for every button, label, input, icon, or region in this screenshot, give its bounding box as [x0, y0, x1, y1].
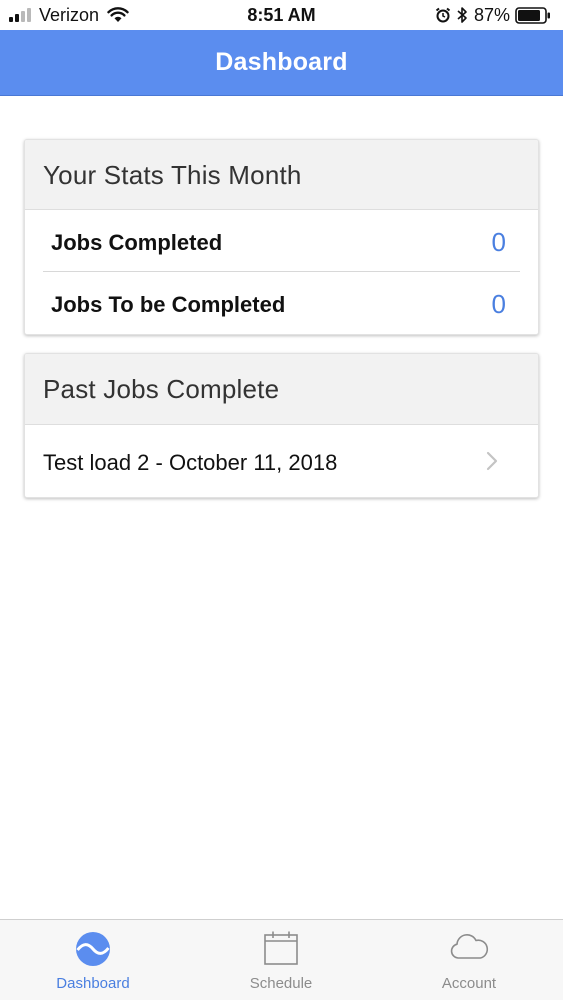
stat-row-jobs-to-be-completed: Jobs To be Completed 0 — [43, 272, 520, 334]
tab-account[interactable]: Account — [399, 920, 539, 1000]
stat-row-jobs-completed: Jobs Completed 0 — [43, 210, 520, 272]
chevron-right-icon — [486, 451, 498, 471]
past-jobs-card-title: Past Jobs Complete — [43, 374, 280, 404]
stat-value: 0 — [491, 227, 506, 257]
stats-card-title: Your Stats This Month — [43, 160, 302, 190]
tab-label: Account — [441, 975, 497, 992]
status-bar: Verizon 8:51 AM 87% — [0, 0, 563, 30]
tab-schedule[interactable]: Schedule — [211, 920, 351, 1000]
page-title: Dashboard — [215, 48, 348, 76]
dashboard-icon — [76, 932, 110, 966]
calendar-icon — [264, 931, 298, 965]
stat-label: Jobs To be Completed — [51, 292, 286, 317]
past-job-label: Test load 2 - October 11, 2018 — [43, 450, 338, 475]
tab-dashboard[interactable]: Dashboard — [23, 920, 163, 1000]
bluetooth-icon — [457, 7, 467, 23]
tab-label: Dashboard — [56, 975, 130, 992]
stat-label: Jobs Completed — [51, 230, 223, 255]
tab-label: Schedule — [249, 975, 313, 992]
past-job-item[interactable]: Test load 2 - October 11, 2018 — [25, 425, 538, 497]
alarm-icon — [435, 7, 451, 23]
nav-header: Dashboard — [0, 30, 563, 96]
cloud-icon — [450, 934, 489, 959]
stats-card-header: Your Stats This Month — [25, 140, 538, 210]
past-jobs-card-header: Past Jobs Complete — [25, 354, 538, 425]
status-bar-right: 87% — [435, 5, 551, 25]
battery-percent: 87% — [473, 4, 510, 25]
stat-value: 0 — [491, 289, 506, 319]
past-jobs-card: Past Jobs Complete Test load 2 - October… — [24, 353, 539, 498]
stats-card: Your Stats This Month Jobs Completed 0 J… — [24, 139, 539, 335]
battery-icon — [515, 6, 550, 24]
tab-bar: Dashboard Schedule Account — [0, 919, 563, 1000]
